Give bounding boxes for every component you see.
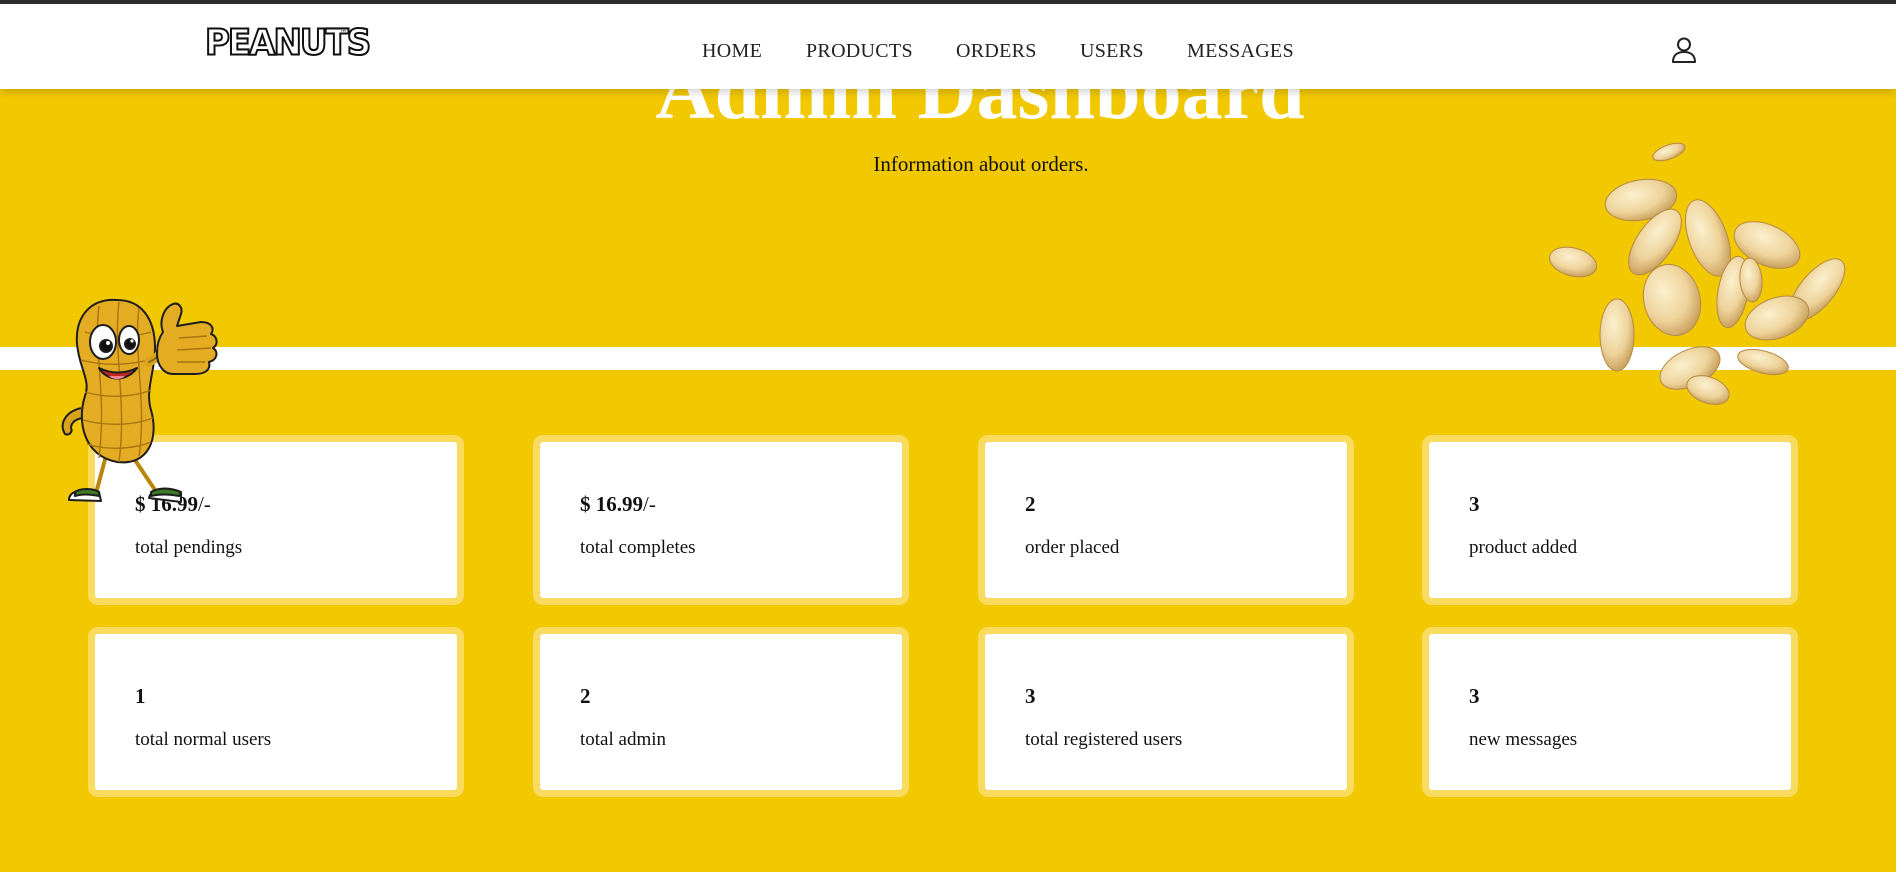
main-nav: HOME PRODUCTS ORDERS USERS MESSAGES: [0, 40, 1896, 64]
site-header: PEANUTS ™ HOME PRODUCTS ORDERS USERS MES…: [0, 4, 1896, 89]
stat-card-new-messages: 3 new messages: [1422, 627, 1798, 797]
nav-messages-link[interactable]: MESSAGES: [1187, 40, 1294, 63]
stat-value: 1: [135, 684, 146, 708]
stat-card-order-placed: 2 order placed: [978, 435, 1354, 605]
brand-logo-trademark: ™: [340, 29, 347, 37]
stat-value: 3: [1025, 684, 1036, 708]
stat-card-total-completes: $ 16.99/- total completes: [533, 435, 909, 605]
stat-label: order placed: [1025, 537, 1120, 558]
admin-dashboard-page: Admin Dashboard Information about orders…: [0, 0, 1896, 872]
stat-value: 3: [1469, 492, 1480, 516]
peanut-mascot-image: [61, 298, 218, 503]
stat-value: $ 16.99/-: [580, 492, 656, 516]
stat-value: 2: [580, 684, 591, 708]
stat-label: new messages: [1469, 729, 1578, 750]
stat-card-product-added: 3 product added: [1422, 435, 1798, 605]
stat-label: total pendings: [135, 537, 243, 558]
stat-card-total-normal-users: 1 total normal users: [88, 627, 464, 797]
stat-card-total-registered-users: 3 total registered users: [978, 627, 1354, 797]
stat-label: total registered users: [1025, 729, 1183, 750]
stat-label: product added: [1469, 537, 1578, 558]
stat-value: 2: [1025, 492, 1036, 516]
stat-label: total completes: [580, 537, 696, 558]
nav-products-link[interactable]: PRODUCTS: [806, 40, 913, 63]
nav-home-link[interactable]: HOME: [702, 40, 762, 63]
stat-card-total-admin: 2 total admin: [533, 627, 909, 797]
browser-top-edge: [0, 0, 1896, 4]
user-icon[interactable]: [1671, 36, 1697, 64]
nav-users-link[interactable]: USERS: [1080, 40, 1144, 63]
peanuts-pile-image: [1549, 142, 1846, 405]
stat-value: 3: [1469, 684, 1480, 708]
stat-label: total normal users: [135, 729, 272, 750]
nav-orders-link[interactable]: ORDERS: [956, 40, 1037, 63]
stat-label: total admin: [580, 729, 667, 750]
